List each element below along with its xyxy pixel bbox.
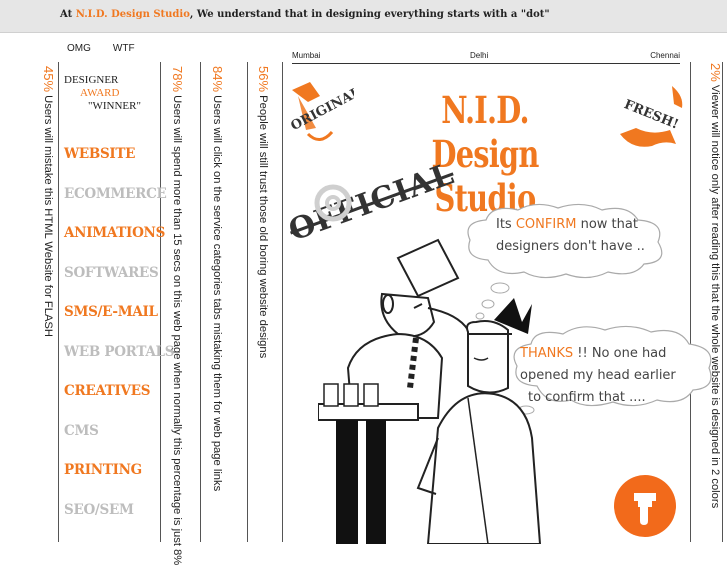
tab-wtf[interactable]: WTF xyxy=(113,43,135,54)
award-line-designer: DESIGNER xyxy=(64,74,119,86)
menu-item-creatives[interactable]: CREATIVES xyxy=(64,383,184,423)
award-line-award: AWARD xyxy=(80,87,120,99)
divider xyxy=(282,62,283,542)
title-line-1: N.I.D. Design xyxy=(431,88,539,176)
divider xyxy=(200,62,201,542)
tagline-rest: , We understand that in designing everyt… xyxy=(189,9,550,20)
tagline-prefix: At xyxy=(60,9,76,20)
stat-text: People will still trust those old boring… xyxy=(257,92,269,359)
menu-item-printing[interactable]: PRINTING xyxy=(64,462,184,502)
city-mumbai[interactable]: Mumbai xyxy=(292,51,320,60)
stat-text: Users will click on the service categori… xyxy=(211,92,223,492)
award-line-winner: "WINNER" xyxy=(88,100,141,112)
menu-item-web-portals[interactable]: WEB PORTALS xyxy=(64,344,184,384)
menu-item-sms-email[interactable]: SMS/E-MAIL xyxy=(64,304,184,344)
menu-item-animations[interactable]: ANIMATIONS xyxy=(64,225,184,265)
stat-mistake-flash: 45% Users will mistake this HTML Website… xyxy=(36,66,56,337)
stat-two-colors: 2% Viewer will notice only after reading… xyxy=(703,63,723,508)
city-bar: Mumbai Delhi Chennai xyxy=(292,51,680,64)
cartoon-illustration xyxy=(318,238,542,544)
stat-text: Viewer will notice only after reading th… xyxy=(709,81,721,509)
service-menu: WEBSITE ECOMMERCE ANIMATIONS SOFTWARES S… xyxy=(64,146,184,541)
stat-percent: 84% xyxy=(210,66,225,93)
original-badge-icon: ORIGINAL! xyxy=(288,82,354,141)
menu-item-website[interactable]: WEBSITE xyxy=(64,146,184,186)
stat-click-tabs: 84% Users will click on the service cate… xyxy=(205,66,225,491)
pointing-hand-icon xyxy=(634,493,656,525)
badge-fresh-text: FRESH! xyxy=(622,97,681,132)
stat-percent: 78% xyxy=(170,66,185,93)
divider xyxy=(690,62,691,542)
menu-item-cms[interactable]: CMS xyxy=(64,423,184,463)
stat-text: Users will mistake this HTML Website for… xyxy=(42,92,54,337)
divider xyxy=(58,62,59,542)
stat-percent: 56% xyxy=(256,66,271,93)
stat-trust-old: 56% People will still trust those old bo… xyxy=(251,66,271,358)
menu-item-ecommerce[interactable]: ECOMMERCE xyxy=(64,186,184,226)
divider xyxy=(247,62,248,542)
menu-item-seo-sem[interactable]: SEO/SEM xyxy=(64,502,184,542)
stat-percent: 45% xyxy=(41,66,56,93)
stat-percent: 2% xyxy=(708,63,723,82)
pointing-hand-button[interactable] xyxy=(614,475,676,537)
city-delhi[interactable]: Delhi xyxy=(470,51,488,60)
tagline-brand[interactable]: N.I.D. Design Studio xyxy=(76,9,190,20)
tab-omg[interactable]: OMG xyxy=(67,43,91,54)
city-chennai[interactable]: Chennai xyxy=(650,51,680,60)
top-bar: At N.I.D. Design Studio, We understand t… xyxy=(0,0,727,33)
tagline: At N.I.D. Design Studio, We understand t… xyxy=(60,9,550,20)
award-tabs: OMG WTF xyxy=(67,43,157,54)
menu-item-softwares[interactable]: SOFTWARES xyxy=(64,265,184,305)
designer-award: DESIGNER AWARD "WINNER" xyxy=(64,74,141,113)
fresh-badge-icon: FRESH! xyxy=(620,86,683,147)
at-symbol-icon xyxy=(314,184,352,222)
